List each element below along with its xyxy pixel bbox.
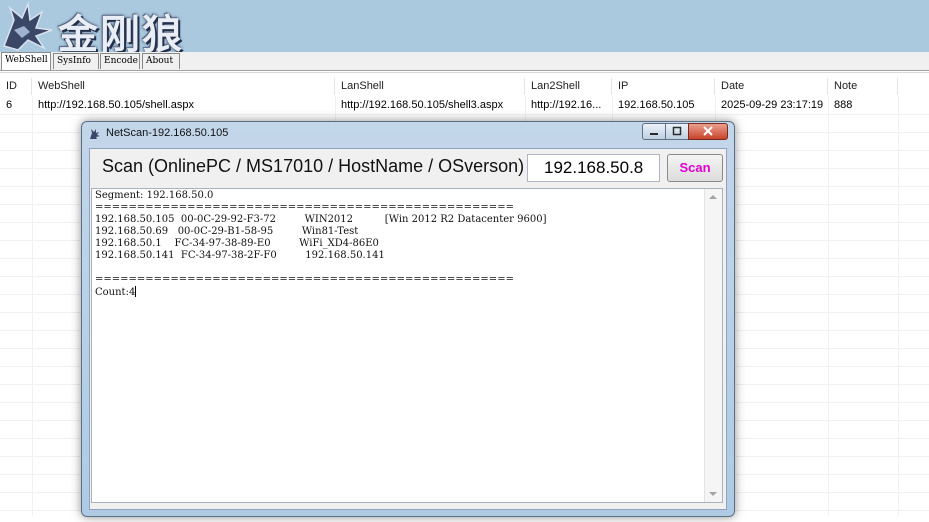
column-header-date[interactable]: Date xyxy=(715,78,828,95)
vertical-scrollbar[interactable] xyxy=(704,189,722,502)
scan-output-text: Segment: 192.168.50.0 ==================… xyxy=(95,190,547,299)
host-row: 192.168.50.69 00-0C-29-B1-58-95 Win81-Te… xyxy=(95,226,359,237)
count-line: Count:4 xyxy=(95,287,136,298)
tab-about[interactable]: About xyxy=(142,53,180,69)
tab-strip: WebShell SysInfo Encode About xyxy=(0,52,929,71)
separator-line: ========================================… xyxy=(95,274,514,285)
cell-id: 6 xyxy=(6,99,13,111)
tab-webshell[interactable]: WebShell xyxy=(1,52,51,70)
grid-line xyxy=(32,96,33,516)
column-header-lan2shell[interactable]: Lan2Shell xyxy=(525,78,612,95)
close-icon xyxy=(703,126,713,136)
text-cursor xyxy=(135,286,137,297)
cell-lanshell: http://192.168.50.105/shell3.aspx xyxy=(341,99,504,111)
tab-sysinfo[interactable]: SysInfo xyxy=(53,53,99,69)
grid-line xyxy=(828,96,829,516)
scan-output[interactable]: Segment: 192.168.50.0 ==================… xyxy=(91,188,723,503)
separator-line: ========================================… xyxy=(95,202,514,213)
app-banner: 金刚狼 xyxy=(0,0,929,52)
ip-input[interactable]: 192.168.50.8 xyxy=(527,154,660,182)
segment-line: Segment: 192.168.50.0 xyxy=(95,190,214,201)
table-row[interactable]: 6 http://192.168.50.105/shell.aspx http:… xyxy=(0,96,929,114)
scroll-up-arrow-icon[interactable] xyxy=(709,195,717,199)
cell-webshell: http://192.168.50.105/shell.aspx xyxy=(38,99,194,111)
scan-options-label: Scan (OnlinePC / MS17010 / HostName / OS… xyxy=(102,156,525,176)
cell-lan2shell: http://192.16... xyxy=(531,99,602,111)
minimize-icon xyxy=(650,133,658,135)
scan-button[interactable]: Scan xyxy=(667,154,723,182)
maximize-icon xyxy=(672,126,682,136)
dialog-title: NetScan-192.168.50.105 xyxy=(106,127,229,139)
list-header: ID WebShell LanShell Lan2Shell IP Date N… xyxy=(0,78,929,95)
scroll-down-arrow-icon[interactable] xyxy=(709,492,717,496)
app-logo: 金刚狼 xyxy=(0,0,224,52)
wolf-app-icon xyxy=(90,129,100,139)
column-header-webshell[interactable]: WebShell xyxy=(32,78,335,95)
cell-note: 888 xyxy=(834,99,853,111)
dialog-client-area: Scan (OnlinePC / MS17010 / HostName / OS… xyxy=(89,148,727,510)
column-header-lanshell[interactable]: LanShell xyxy=(335,78,525,95)
host-row: 192.168.50.141 FC-34-97-38-2F-F0 192.168… xyxy=(95,250,385,261)
wolverine-emblem-icon xyxy=(3,1,53,51)
host-row: 192.168.50.105 00-0C-29-92-F3-72 WIN2012… xyxy=(95,214,547,225)
netscan-dialog[interactable]: NetScan-192.168.50.105 Scan (OnlinePC / … xyxy=(81,121,735,517)
host-row: 192.168.50.1 FC-34-97-38-89-E0 WiFi_XD4-… xyxy=(95,238,379,249)
maximize-button[interactable] xyxy=(665,123,689,140)
column-header-note[interactable]: Note xyxy=(828,78,898,95)
cell-ip: 192.168.50.105 xyxy=(618,99,695,111)
close-button[interactable] xyxy=(688,123,728,140)
grid-line xyxy=(898,96,899,516)
cell-date: 2025-09-29 23:17:19 xyxy=(721,99,824,111)
column-header-ip[interactable]: IP xyxy=(612,78,715,95)
grid-line xyxy=(0,114,929,115)
tab-encode[interactable]: Encode xyxy=(100,53,140,69)
column-header-id[interactable]: ID xyxy=(0,78,32,95)
logo-text: 金刚狼 xyxy=(58,11,184,52)
minimize-button[interactable] xyxy=(642,123,666,140)
